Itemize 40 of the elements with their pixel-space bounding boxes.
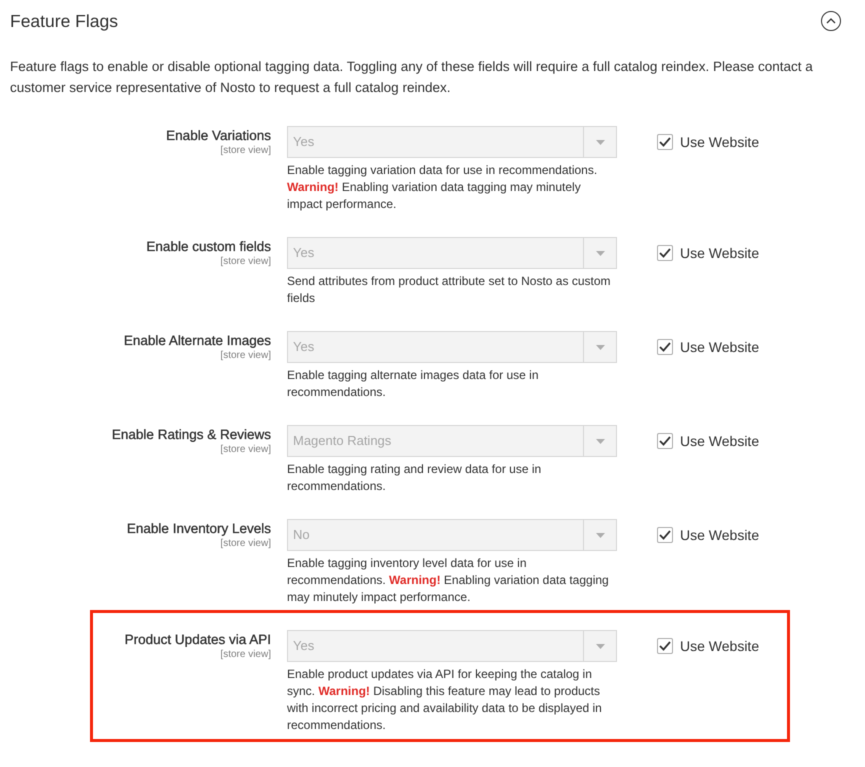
field-note: Send attributes from product attribute set to Nosto as custom fields: [287, 273, 612, 307]
use-website-checkbox[interactable]: Use Website: [633, 519, 787, 551]
field-label: Product Updates via API: [124, 631, 271, 649]
checkbox[interactable]: [657, 134, 673, 150]
scope-label: [store view]: [220, 538, 271, 550]
field-note: Enable product updates via API for keeping the catalog in sync. Warning! Disabling this feature may lead to products with incorrect pricing and availability data to be displayed in recommendations.: [287, 666, 603, 734]
checkbox[interactable]: [657, 339, 673, 355]
field-label: Enable Inventory Levels: [126, 520, 271, 538]
checkbox[interactable]: [657, 638, 673, 654]
field-label: Enable Variations: [166, 127, 271, 145]
field-note: Enable tagging alternate images data for use in recommendations.: [287, 367, 540, 401]
section-title: Feature Flags: [10, 10, 118, 32]
scope-label: [store view]: [220, 444, 271, 456]
field-label: Enable Ratings & Reviews: [112, 426, 271, 444]
checkbox[interactable]: [657, 245, 673, 261]
dropdown-icon: [596, 438, 604, 444]
use-website-checkbox[interactable]: Use Website: [633, 630, 787, 662]
use-website-checkbox[interactable]: Use Website: [633, 425, 787, 457]
scope-label: [store view]: [220, 256, 271, 268]
checkbox[interactable]: [657, 433, 673, 449]
use-website-checkbox[interactable]: Use Website: [633, 331, 787, 363]
collapse-toggle[interactable]: [821, 11, 841, 31]
field-label: Enable custom fields: [146, 238, 271, 256]
dropdown-icon: [596, 344, 604, 350]
scope-label: [store view]: [220, 145, 271, 157]
use-website-checkbox[interactable]: Use Website: [633, 237, 787, 269]
dropdown-icon: [596, 644, 604, 648]
field-label: Enable Alternate Images: [124, 332, 271, 350]
chevron-icon: [826, 18, 836, 24]
checkbox[interactable]: [657, 527, 673, 543]
field-note: Enable tagging inventory level data for use in recommendations. Warning! Enabling variation data tagging may minutely impact performance.: [287, 555, 610, 606]
dropdown-icon: [596, 532, 604, 538]
scope-label: [store view]: [220, 350, 271, 362]
field-note: Enable tagging variation data for use in recommendations. Warning! Enabling variation data tagging may minutely impact performance.: [287, 162, 598, 213]
scope-label: [store view]: [220, 649, 271, 661]
section-description: Feature flags to enable or disable optional tagging data. Toggling any of these fields will require a full catalog reindex. Please contact a customer service representative of Nosto to request a full catalog reindex.: [10, 58, 814, 97]
dropdown-icon: [596, 140, 604, 144]
use-website-checkbox[interactable]: Use Website: [633, 126, 787, 158]
dropdown-icon: [596, 250, 604, 256]
field-note: Enable tagging rating and review data for use in recommendations.: [287, 461, 542, 495]
